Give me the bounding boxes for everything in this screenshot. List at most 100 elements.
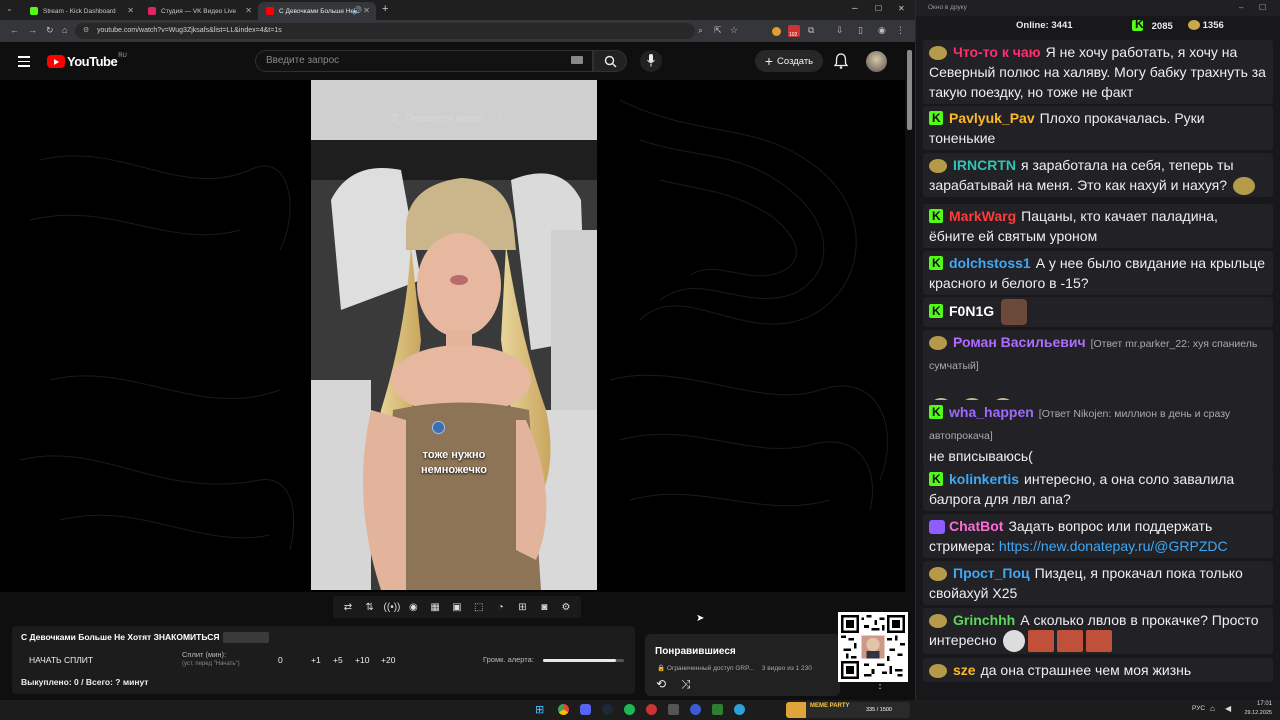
notifications-bell-icon[interactable]: [834, 53, 848, 69]
shuffle-icon[interactable]: ⤨: [681, 677, 691, 692]
picture-icon[interactable]: ▣: [449, 602, 465, 613]
search-input[interactable]: Введите запрос: [255, 50, 593, 72]
chat-window-titlebar: Окно в друку – ☐: [916, 0, 1280, 16]
scrollbar[interactable]: [906, 50, 913, 700]
tab-title: С Девочками Больше Не: [279, 7, 355, 15]
chat-username[interactable]: F0N1G: [949, 303, 994, 319]
chat-username[interactable]: sze: [953, 662, 976, 678]
clock-time[interactable]: 17:01: [1244, 701, 1272, 707]
volume-icon[interactable]: ◀: [1225, 704, 1231, 713]
add-frame-icon[interactable]: ⊞: [514, 602, 530, 613]
tab-kick-dashboard[interactable]: Stream - Kick Dashboard ✕: [22, 2, 140, 20]
tab-vk-studio[interactable]: Студия — VK Видео Live ✕: [140, 2, 258, 20]
steam-icon[interactable]: [602, 704, 613, 715]
extension-icon[interactable]: [772, 27, 781, 36]
obs-icon[interactable]: [646, 704, 657, 715]
search-icon: [604, 55, 617, 68]
chat-username[interactable]: Роман Васильевич: [953, 334, 1086, 350]
sidebar-icon[interactable]: ▯: [858, 25, 863, 36]
view-icon[interactable]: ◉: [405, 602, 421, 613]
cast-icon[interactable]: ⇱: [714, 25, 722, 36]
crop-icon[interactable]: ⬚: [471, 602, 487, 613]
translate-video-button[interactable]: 文 Перевести видео ⋮: [389, 110, 505, 126]
profile-icon[interactable]: ◉: [878, 25, 886, 36]
start-split-button[interactable]: НАЧАТЬ СПЛИТ: [29, 655, 93, 665]
video-still-image: [311, 80, 597, 590]
minimize-icon[interactable]: –: [852, 3, 858, 14]
avatar[interactable]: [866, 51, 887, 72]
maximize-icon[interactable]: ☐: [1259, 0, 1266, 16]
speed-icon[interactable]: ◔: [493, 602, 509, 613]
bought-status: Выкуплено: 0 / Всего: ? минут: [21, 677, 149, 687]
windows-start-icon[interactable]: ⊞: [535, 703, 544, 716]
audio-icon[interactable]: 🔊: [352, 6, 362, 15]
plus-10-button[interactable]: +10: [355, 655, 369, 665]
plus-1-button[interactable]: +1: [311, 655, 321, 665]
calendar-icon[interactable]: ▦: [427, 602, 443, 613]
split-minutes-value[interactable]: 0: [278, 655, 283, 665]
chat-username[interactable]: ChatBot: [949, 518, 1003, 534]
zoom-icon[interactable]: ⌕: [698, 25, 703, 36]
voice-search-button[interactable]: [640, 50, 662, 72]
close-icon[interactable]: ✕: [363, 6, 370, 15]
create-button[interactable]: + Создать: [755, 50, 823, 72]
screenshot-icon[interactable]: ◙: [536, 602, 552, 613]
back-icon[interactable]: ←: [10, 25, 19, 35]
bookmark-star-icon[interactable]: ☆: [730, 25, 738, 36]
chat-username[interactable]: Pavlyuk_Pav: [949, 110, 1035, 126]
extensions-icon[interactable]: ⧉: [808, 25, 814, 36]
download-icon[interactable]: ⇩: [836, 25, 844, 36]
video-frame[interactable]: тоже нужно немножечко: [311, 80, 597, 590]
chat-username[interactable]: MarkWarg: [949, 208, 1016, 224]
site-info-icon[interactable]: ⚙: [83, 23, 89, 39]
telegram-icon[interactable]: [734, 704, 745, 715]
loop-icon[interactable]: ⟲: [656, 677, 666, 691]
maximize-icon[interactable]: ☐: [875, 4, 882, 13]
minimize-icon[interactable]: –: [1239, 0, 1243, 16]
language-indicator[interactable]: РУС: [1192, 705, 1205, 712]
more-icon[interactable]: ⋮: [494, 112, 505, 125]
search-button[interactable]: [593, 50, 627, 72]
spotify-icon[interactable]: [624, 704, 635, 715]
chat-username[interactable]: kolinkertis: [949, 471, 1019, 487]
chat-username[interactable]: dolchstoss1: [949, 255, 1031, 271]
clock-date[interactable]: 29.12.2025: [1242, 710, 1272, 716]
video-player[interactable]: тоже нужно немножечко 文 Перевести видео …: [0, 80, 905, 592]
hamburger-icon[interactable]: [18, 56, 30, 67]
sort-icon[interactable]: ⇅: [362, 602, 378, 613]
chat-username[interactable]: IRNCRTN: [953, 157, 1016, 173]
other-viewers-count: 1356: [1202, 20, 1224, 31]
app-icon[interactable]: [668, 704, 679, 715]
plus-5-button[interactable]: +5: [333, 655, 343, 665]
close-window-icon[interactable]: ✕: [898, 4, 905, 13]
tab-search-icon[interactable]: ⌄: [6, 4, 13, 13]
home-icon[interactable]: ⌂: [62, 25, 67, 35]
repeat-icon[interactable]: ⇄: [340, 602, 356, 613]
chrome-icon[interactable]: [558, 704, 569, 715]
close-icon[interactable]: ✕: [245, 6, 252, 15]
plus-20-button[interactable]: +20: [381, 655, 395, 665]
chat-username[interactable]: Прост_Поц: [953, 565, 1030, 581]
close-icon[interactable]: ✕: [127, 6, 134, 15]
discord-icon[interactable]: [580, 704, 591, 715]
chat-username[interactable]: wha_happen: [949, 404, 1034, 420]
settings-gear-icon[interactable]: ⚙: [558, 602, 574, 613]
reload-icon[interactable]: ↻: [46, 25, 54, 36]
url-field[interactable]: ⚙ youtube.com/watch?v=Wug3Zjksafs&list=L…: [75, 23, 695, 39]
pepe-badge-icon: [929, 567, 947, 582]
chat-username[interactable]: Grinchhh: [953, 612, 1015, 628]
menu-dots-icon[interactable]: ⋮: [896, 25, 905, 36]
tab-youtube-video[interactable]: С Девочками Больше Не 🔊 ✕: [258, 2, 376, 20]
forward-icon[interactable]: →: [28, 25, 37, 35]
new-tab-icon[interactable]: +: [382, 3, 388, 15]
network-icon[interactable]: ⌂: [1210, 704, 1215, 713]
broadcast-icon[interactable]: ((•)): [384, 602, 401, 613]
media-player-icon[interactable]: [690, 704, 701, 715]
chat-username[interactable]: Что-то к чаю: [953, 44, 1041, 60]
keyboard-icon[interactable]: [571, 56, 583, 64]
youtube-logo[interactable]: YouTube RU: [47, 53, 127, 69]
alert-volume-slider[interactable]: [543, 659, 624, 662]
app-icon[interactable]: [712, 704, 723, 715]
donation-link[interactable]: https://new.donatepay.ru/@GRPZDC: [999, 538, 1228, 554]
liked-playlist-panel[interactable]: Понравившиеся 🔒 Ограниченный доступ GRP.…: [645, 634, 885, 696]
